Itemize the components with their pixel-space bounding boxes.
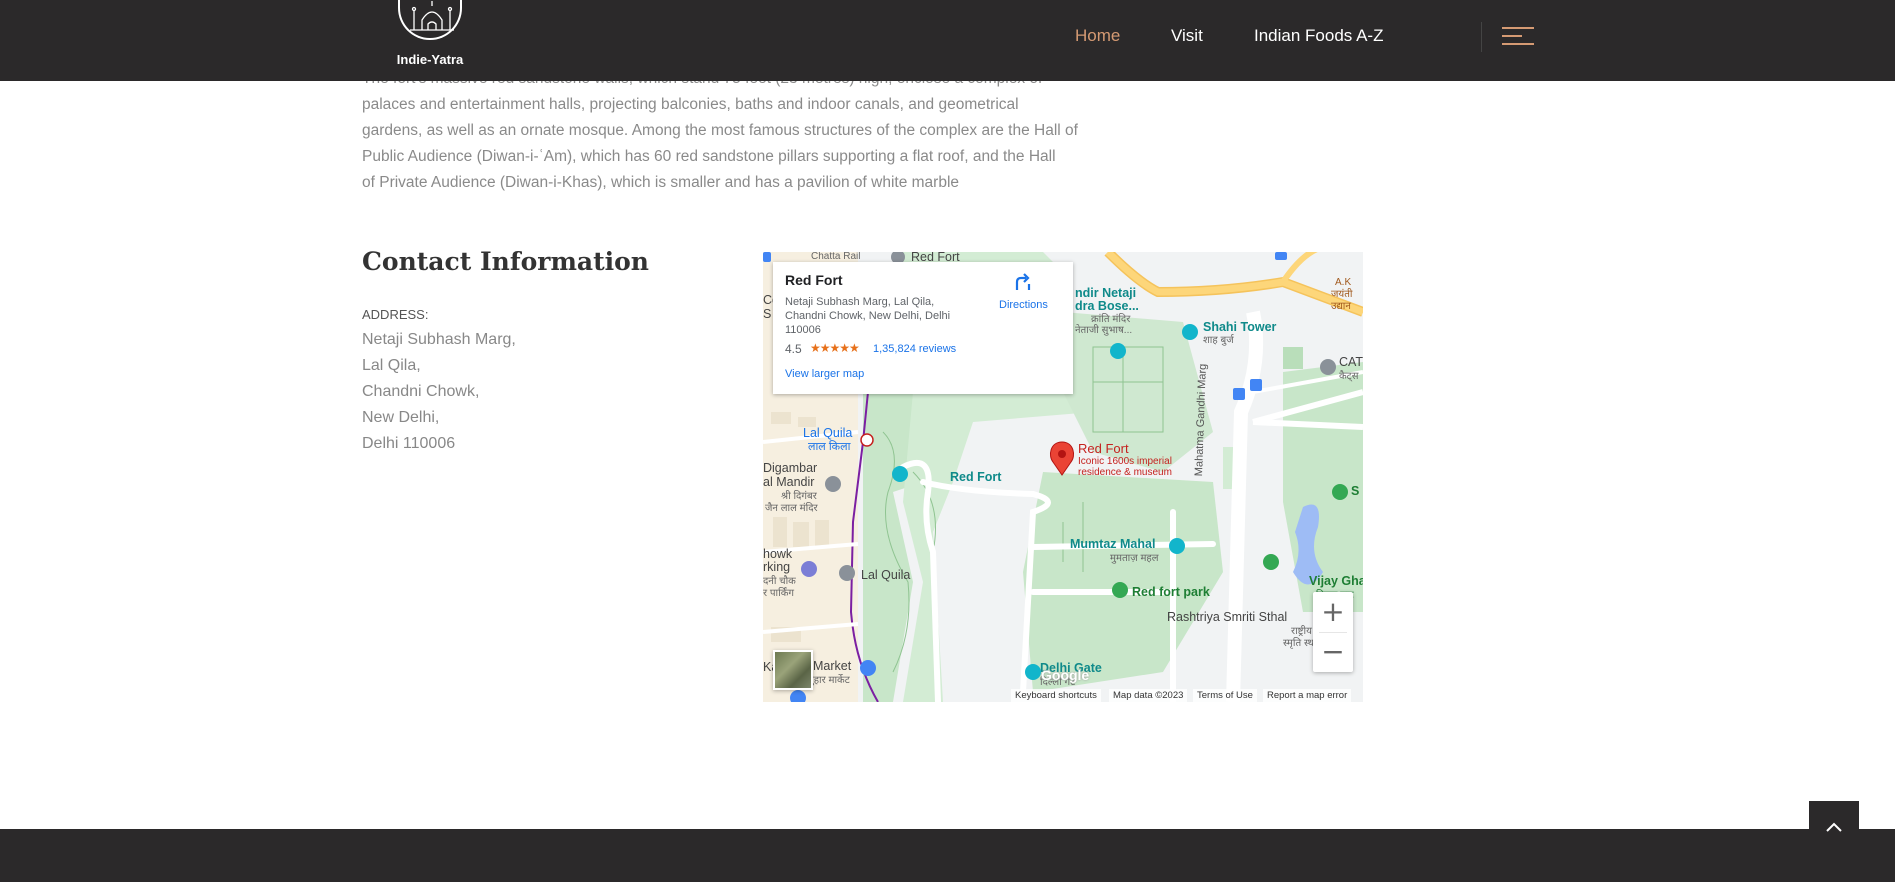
map-label: मुमताज़ महल bbox=[1110, 553, 1159, 564]
map-label: Red Fort bbox=[1078, 441, 1129, 456]
address-line: Lal Qila, bbox=[362, 357, 421, 374]
keyboard-shortcuts-link[interactable]: Keyboard shortcuts bbox=[1011, 689, 1101, 702]
nav-indian-foods[interactable]: Indian Foods A-Z bbox=[1254, 26, 1383, 48]
satellite-layer-toggle[interactable] bbox=[773, 650, 813, 690]
map-label: कैट्स bbox=[1339, 371, 1359, 382]
address-line: Delhi 110006 bbox=[362, 435, 456, 452]
map-label: जैन लाल मंदिर bbox=[765, 503, 818, 514]
map-label: शाह बुर्ज bbox=[1203, 335, 1234, 346]
map-label: rking bbox=[763, 560, 791, 574]
nav-visit[interactable]: Visit bbox=[1171, 26, 1203, 48]
place-address: Netaji Subhash Marg, Lal Qila, Chandni C… bbox=[785, 296, 951, 336]
zoom-out-button[interactable]: − bbox=[1313, 632, 1353, 672]
place-info-card: Red Fort Netaji Subhash Marg, Lal Qila, … bbox=[773, 262, 1073, 394]
map-label: बुहार मार्केट bbox=[808, 675, 850, 686]
map-label: Lal Quila bbox=[803, 426, 853, 440]
site-header: Indie-Yatra Home Visit Indian Foods A-Z bbox=[0, 0, 1895, 81]
paragraph-line: Public Audience (Diwan-i-ʿAm), which has… bbox=[362, 148, 1056, 165]
map-label: Digambar bbox=[763, 461, 818, 475]
paragraph-line: of Private Audience (Diwan-i-Khas), whic… bbox=[362, 174, 960, 191]
directions-icon[interactable] bbox=[1013, 272, 1033, 292]
map-label: Market bbox=[813, 659, 852, 673]
chevron-up-icon bbox=[1826, 822, 1842, 832]
map-label: S bbox=[1351, 484, 1360, 498]
directions-link[interactable]: Directions bbox=[999, 299, 1048, 311]
map-label: र पार्किंग bbox=[763, 588, 795, 599]
address-label: ADDRESS: bbox=[362, 307, 429, 322]
hamburger-menu-icon[interactable] bbox=[1502, 27, 1534, 47]
address-line: Netaji Subhash Marg, bbox=[362, 331, 516, 348]
back-to-top-button[interactable] bbox=[1809, 801, 1859, 852]
address-line: Chandni Chowk, bbox=[362, 383, 480, 400]
map-label: Red fort park bbox=[1132, 585, 1210, 599]
zoom-in-button[interactable]: + bbox=[1313, 592, 1353, 632]
place-rating: 4.5 bbox=[785, 342, 802, 356]
logo-text: Indie-Yatra bbox=[396, 52, 464, 67]
paragraph-line: palaces and entertainment halls, project… bbox=[362, 96, 1019, 113]
reviews-link[interactable]: 1,35,824 reviews bbox=[873, 343, 956, 355]
logo[interactable]: Indie-Yatra bbox=[394, 0, 466, 72]
map-label: Red Fort bbox=[950, 470, 1002, 484]
map-data-text: Map data ©2023 bbox=[1109, 689, 1188, 702]
rating-stars-icon: ★★★★★ bbox=[810, 341, 860, 355]
terms-of-use-link[interactable]: Terms of Use bbox=[1193, 689, 1257, 702]
place-title: Red Fort bbox=[785, 272, 843, 288]
nav-divider bbox=[1481, 22, 1482, 52]
map-label: Iconic 1600s imperial bbox=[1078, 456, 1172, 467]
map-label: al Mandir bbox=[763, 475, 815, 489]
history-paragraph: The fort’s massive red sandstone walls, … bbox=[362, 70, 1142, 196]
logo-emblem-icon bbox=[398, 0, 462, 40]
map-label: dra Bose... bbox=[1075, 299, 1139, 313]
paragraph-line: gardens, as well as an ornate mosque. Am… bbox=[362, 122, 1078, 139]
map-label: S bbox=[763, 307, 772, 321]
view-larger-map-link[interactable]: View larger map bbox=[785, 368, 864, 380]
report-map-error-link[interactable]: Report a map error bbox=[1263, 689, 1352, 702]
contact-title: Contact Information bbox=[362, 247, 649, 276]
zoom-controls: + − bbox=[1313, 592, 1353, 672]
map-label: उद्यान bbox=[1331, 301, 1351, 312]
map-label: Rashtriya Smriti Sthal bbox=[1167, 610, 1288, 624]
google-logo: Google bbox=[1041, 667, 1090, 683]
map-label: Lal Quila bbox=[861, 568, 911, 582]
site-footer bbox=[0, 829, 1895, 882]
google-map[interactable]: Chatta Rail Red Fort ndir Netaji dra Bos… bbox=[763, 252, 1363, 702]
address-line: New Delhi, bbox=[362, 409, 440, 426]
map-label: लाल किला bbox=[808, 441, 851, 453]
nav-home[interactable]: Home bbox=[1075, 26, 1120, 48]
map-label: residence & museum bbox=[1078, 467, 1172, 478]
map-label: CAT bbox=[1339, 355, 1363, 369]
map-label: नेताजी सुभाष... bbox=[1075, 325, 1133, 336]
map-label: Mumtaz Mahal bbox=[1070, 537, 1156, 551]
map-label: Vijay Gha bbox=[1309, 574, 1363, 588]
map-label: Shahi Tower bbox=[1203, 320, 1277, 334]
